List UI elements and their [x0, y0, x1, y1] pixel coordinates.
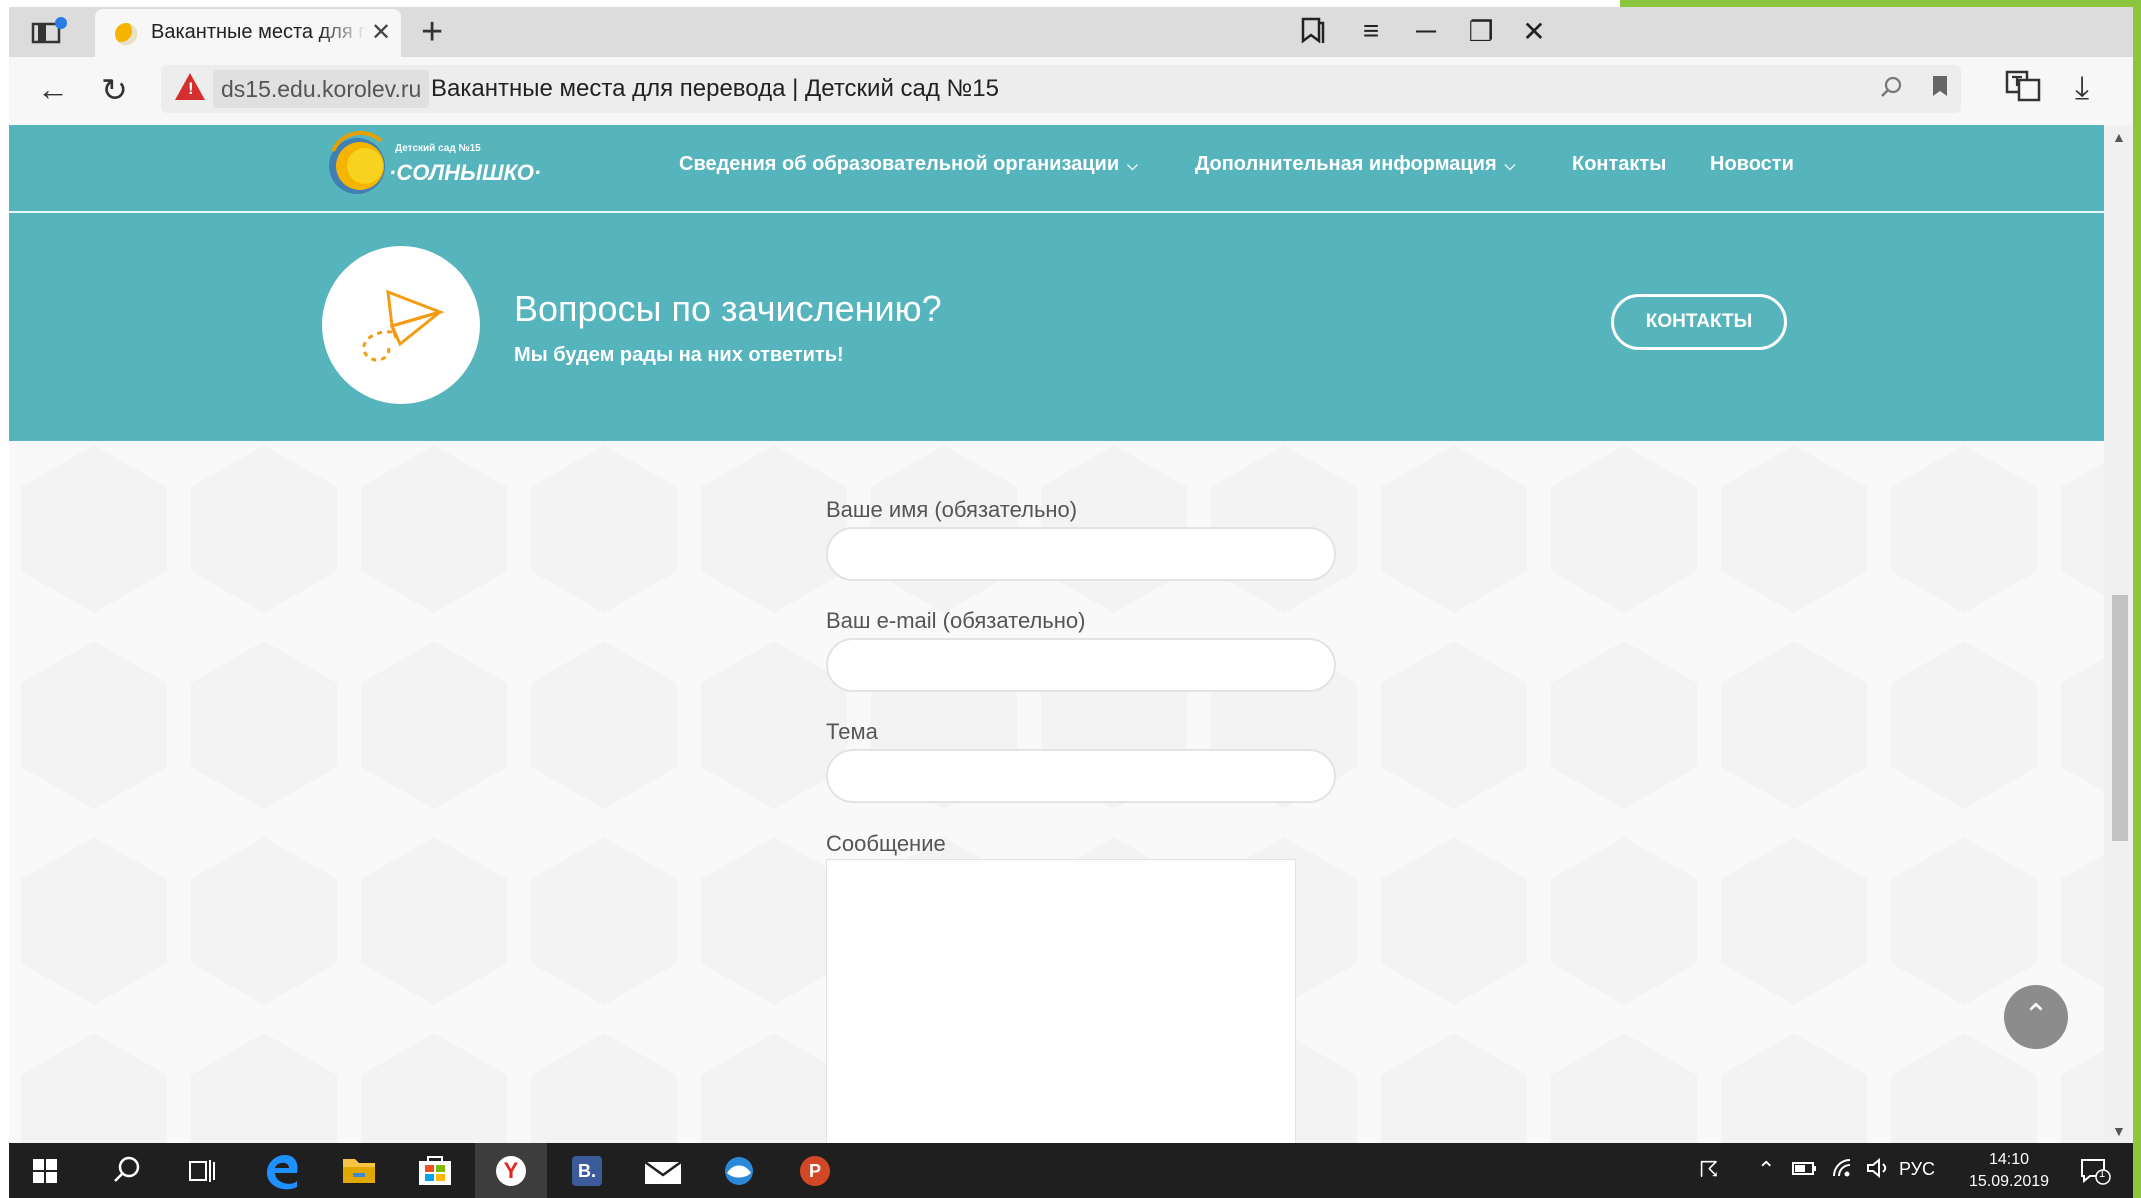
page-scrollbar[interactable]: ▲ ▼: [2104, 125, 2133, 1143]
url-field[interactable]: ! ds15.edu.korolev.ru Вакантные места дл…: [161, 65, 1961, 113]
vk-icon[interactable]: B.: [551, 1143, 623, 1198]
email-field[interactable]: [826, 638, 1336, 692]
favicon-icon: [115, 23, 137, 45]
clock[interactable]: 14:10 15.09.2019: [1961, 1149, 2057, 1193]
paper-plane-icon: [362, 289, 445, 362]
banner-icon-circle: [322, 246, 480, 404]
name-label: Ваше имя (обязательно): [826, 497, 1078, 522]
email-label: Ваш e-mail (обязательно): [826, 608, 1086, 633]
wifi-icon[interactable]: [1831, 1157, 1857, 1185]
address-bar: ← ↻ ! ds15.edu.korolev.ru Вакантные мест…: [9, 57, 2133, 125]
people-icon[interactable]: ☈: [1699, 1157, 1719, 1183]
chevron-down-icon: ⌵: [1504, 157, 1516, 173]
tab-active[interactable]: Вакантные места для перевода | Детский с…: [95, 9, 401, 57]
nav-item-contacts[interactable]: Контакты: [1572, 153, 1666, 176]
subject-field[interactable]: [826, 749, 1336, 803]
task-view-icon[interactable]: [165, 1143, 237, 1198]
taskbar: Y B. P ☈ ⌃ РУС 14:10 15.09.2019 1: [9, 1143, 2133, 1198]
message-label: Сообщение: [826, 831, 946, 856]
battery-icon[interactable]: [1791, 1157, 1817, 1185]
notification-count: 1: [2099, 1168, 2106, 1180]
scrollbar-thumb[interactable]: [2112, 595, 2128, 841]
app-icon[interactable]: [703, 1143, 775, 1198]
nav-item-org-info[interactable]: Сведения об образовательной организации ⌵: [679, 153, 1138, 176]
message-field[interactable]: [826, 859, 1296, 1143]
clock-date: 15.09.2019: [1968, 1173, 2050, 1190]
search-icon[interactable]: [89, 1143, 161, 1198]
page-search-icon[interactable]: [1879, 74, 1905, 107]
slide-accent-top: [1620, 0, 2141, 7]
clock-time: 14:10: [1988, 1151, 2030, 1168]
language-indicator[interactable]: РУС: [1899, 1159, 1935, 1180]
nav-item-additional-info[interactable]: Дополнительная информация ⌵: [1195, 153, 1515, 176]
scroll-down-icon[interactable]: ▼: [2112, 1123, 2126, 1139]
logo-subtitle: Детский сад №15: [395, 143, 481, 154]
site-header: Детский сад №15 ·СОЛНЫШКО· Сведения об о…: [9, 125, 2104, 213]
nav-item-news[interactable]: Новости: [1710, 153, 1794, 176]
restore-icon[interactable]: ❐: [1459, 15, 1503, 48]
enrollment-banner: Вопросы по зачислению? Мы будем рады на …: [9, 213, 2104, 441]
contacts-button[interactable]: КОНТАКТЫ: [1611, 294, 1787, 350]
yandex-browser-icon[interactable]: Y: [475, 1143, 547, 1198]
translate-icon[interactable]: [2005, 69, 2041, 111]
url-page-title: Вакантные места для перевода | Детский с…: [431, 75, 999, 102]
store-icon[interactable]: [399, 1143, 471, 1198]
file-explorer-icon[interactable]: [323, 1143, 395, 1198]
powerpoint-icon[interactable]: P: [779, 1143, 851, 1198]
name-field[interactable]: [826, 527, 1336, 581]
chevron-down-icon: ⌵: [1127, 157, 1138, 173]
banner-subtitle: Мы будем рады на них ответить!: [514, 344, 844, 366]
banner-title: Вопросы по зачислению?: [514, 288, 942, 329]
url-domain: ds15.edu.korolev.ru: [213, 70, 430, 108]
subject-label: Тема: [826, 719, 878, 744]
web-page: Детский сад №15 ·СОЛНЫШКО· Сведения об о…: [9, 125, 2104, 1143]
back-icon[interactable]: ←: [37, 71, 69, 108]
collections-icon[interactable]: [1291, 15, 1335, 52]
close-icon[interactable]: ✕: [1512, 15, 1556, 48]
scroll-up-icon[interactable]: ▲: [2112, 129, 2126, 145]
menu-icon[interactable]: ≡: [1349, 15, 1393, 47]
tab-close-icon[interactable]: ✕: [371, 18, 391, 47]
new-tab-icon[interactable]: +: [421, 11, 443, 54]
tabs-overview-icon[interactable]: [27, 15, 75, 49]
mail-icon[interactable]: [627, 1143, 699, 1198]
edge-icon[interactable]: [247, 1143, 319, 1198]
download-icon[interactable]: ⤓: [2075, 69, 2089, 107]
volume-icon[interactable]: [1865, 1157, 1891, 1185]
reload-icon[interactable]: ↻: [101, 71, 128, 109]
bookmark-icon[interactable]: [1931, 74, 1949, 105]
logo-name: ·СОЛНЫШКО·: [389, 160, 542, 185]
minimize-icon[interactable]: ─: [1404, 15, 1448, 47]
chevron-up-icon[interactable]: ⌃: [1757, 1157, 1775, 1183]
tab-bar: Вакантные места для перевода | Детский с…: [9, 7, 2133, 57]
start-icon[interactable]: [9, 1143, 81, 1198]
tab-title: Вакантные места для перевода | Детский с…: [151, 21, 367, 43]
scroll-to-top-button[interactable]: ⌃: [2004, 985, 2068, 1049]
browser-window: Вакантные места для перевода | Детский с…: [9, 7, 2133, 1198]
notifications-icon[interactable]: 1: [2079, 1157, 2113, 1191]
